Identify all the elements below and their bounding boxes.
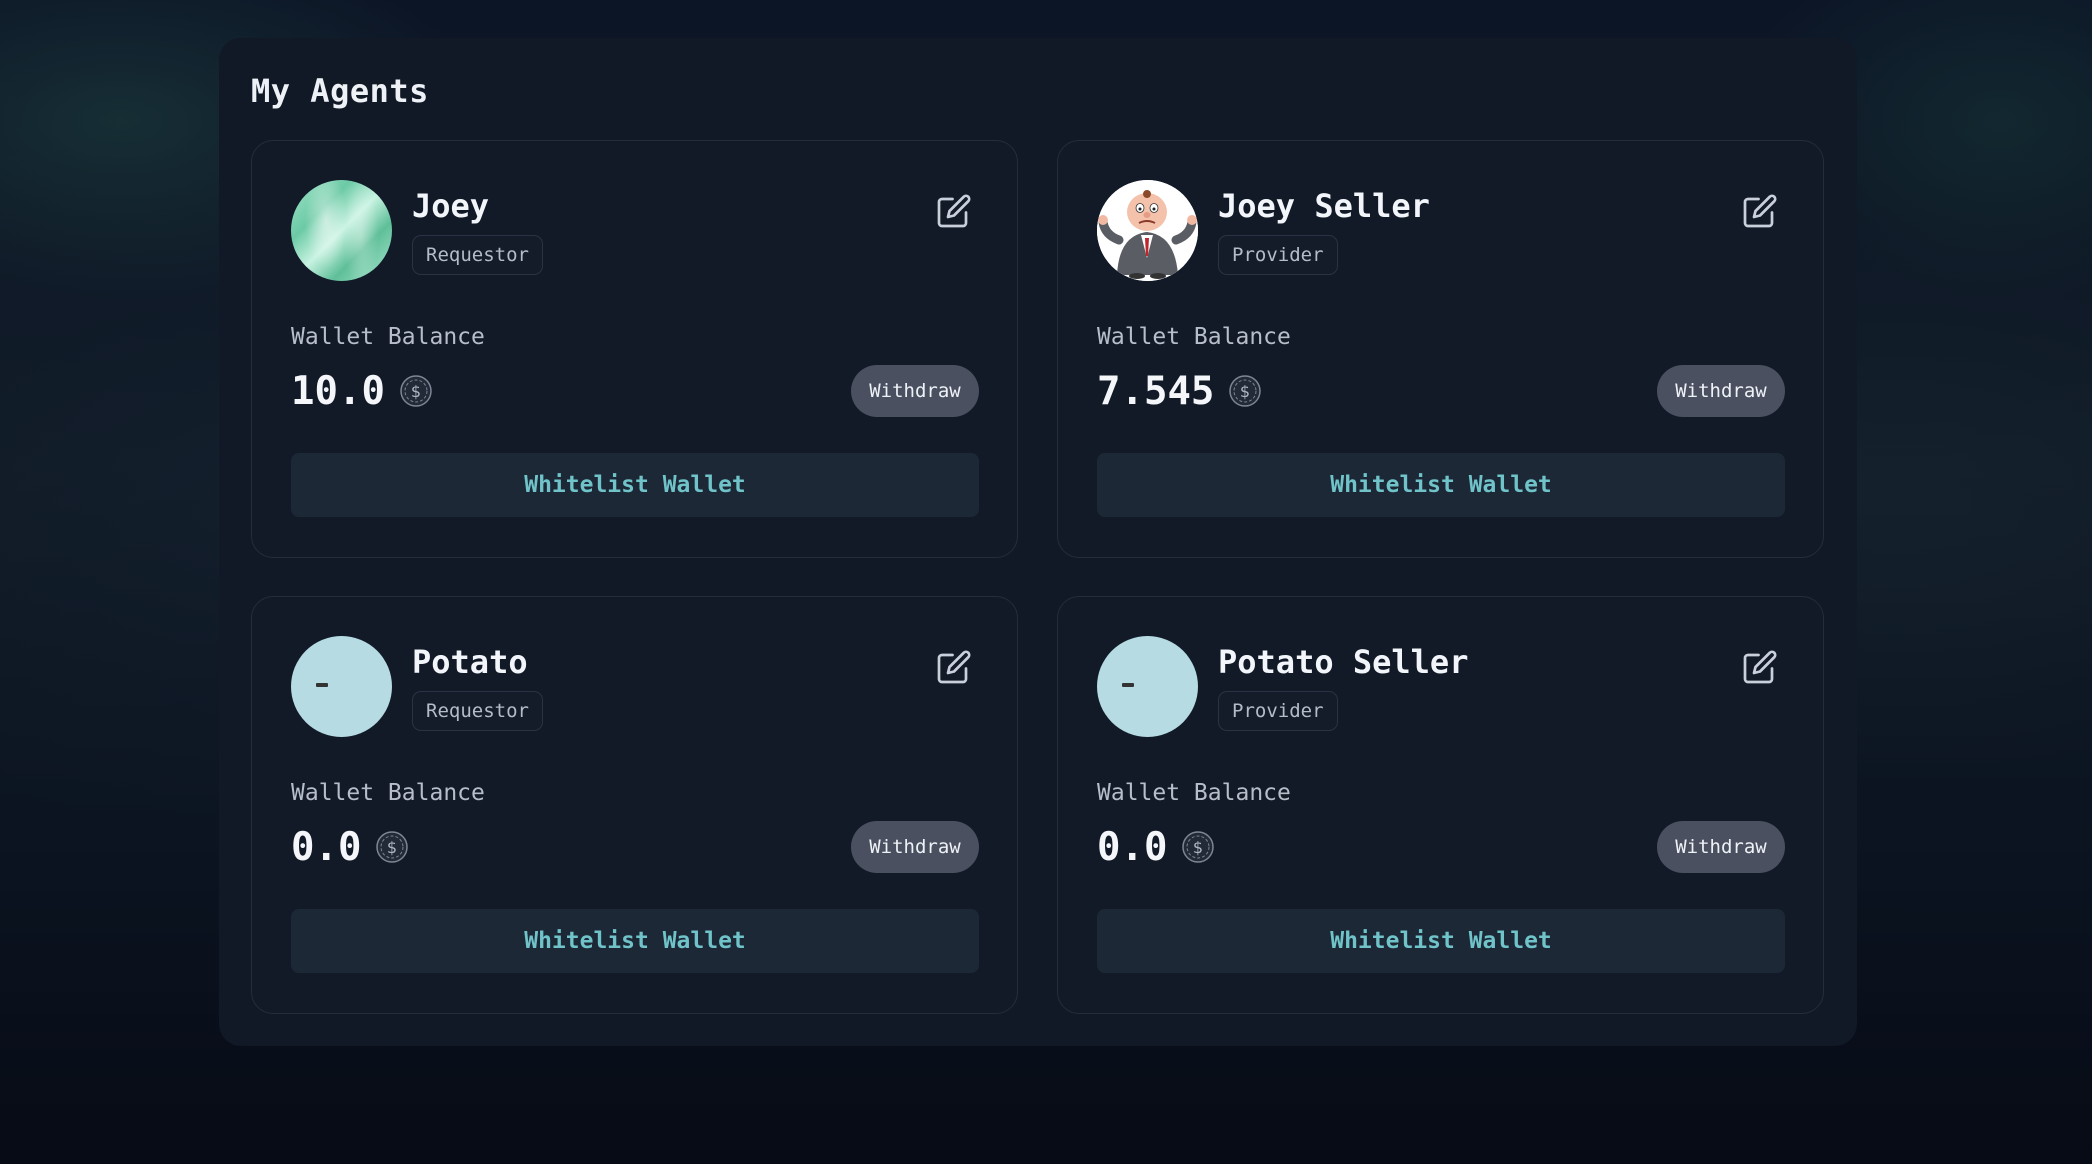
balance-value: 0.0 — [1097, 824, 1168, 870]
agent-avatar — [291, 180, 392, 281]
withdraw-button[interactable]: Withdraw — [1657, 821, 1785, 873]
whitelist-wallet-button[interactable]: Whitelist Wallet — [1097, 453, 1785, 517]
agent-name: Potato — [412, 643, 528, 681]
balance-value: 10.0 — [291, 368, 385, 414]
cartoon-character-image — [1097, 180, 1198, 281]
whitelist-wallet-button[interactable]: Whitelist Wallet — [1097, 909, 1785, 973]
role-badge: Provider — [1218, 691, 1338, 731]
agent-name: Joey — [412, 187, 490, 225]
dollar-coin-icon: $ — [1182, 831, 1215, 863]
edit-icon[interactable] — [1742, 193, 1778, 229]
edit-icon[interactable] — [936, 193, 972, 229]
agent-card: Joey Seller Provider Wallet Balance 7.54… — [1057, 140, 1824, 558]
page-title: My Agents — [251, 72, 429, 110]
wallet-balance-label: Wallet Balance — [1097, 780, 1291, 806]
agent-card: Potato Seller Provider Wallet Balance 0.… — [1057, 596, 1824, 1014]
dollar-coin-icon: $ — [376, 831, 409, 863]
agent-card: Joey Requestor Wallet Balance 10.0 $ Wit… — [251, 140, 1018, 558]
avatar-mark — [316, 683, 328, 687]
role-badge: Requestor — [412, 691, 543, 731]
svg-text:$: $ — [1240, 382, 1250, 401]
whitelist-wallet-button[interactable]: Whitelist Wallet — [291, 909, 979, 973]
wallet-balance-label: Wallet Balance — [291, 780, 485, 806]
svg-text:$: $ — [1193, 838, 1203, 857]
balance-row: 0.0 $ — [291, 822, 409, 872]
role-badge: Requestor — [412, 235, 543, 275]
dollar-coin-icon: $ — [400, 375, 432, 407]
agent-avatar — [1097, 636, 1198, 737]
balance-value: 0.0 — [291, 824, 362, 870]
wallet-balance-label: Wallet Balance — [1097, 324, 1291, 350]
withdraw-button[interactable]: Withdraw — [1657, 365, 1785, 417]
edit-icon[interactable] — [1742, 649, 1778, 685]
agent-avatar — [291, 636, 392, 737]
balance-row: 10.0 $ — [291, 366, 433, 416]
agent-card: Potato Requestor Wallet Balance 0.0 $ Wi… — [251, 596, 1018, 1014]
agent-name: Potato Seller — [1218, 643, 1469, 681]
dollar-coin-icon: $ — [1229, 375, 1262, 407]
avatar-mark — [1122, 683, 1134, 687]
balance-value: 7.545 — [1097, 368, 1215, 414]
role-badge: Provider — [1218, 235, 1338, 275]
withdraw-button[interactable]: Withdraw — [851, 365, 979, 417]
balance-row: 7.545 $ — [1097, 366, 1262, 416]
withdraw-button[interactable]: Withdraw — [851, 821, 979, 873]
my-agents-panel: My Agents Joey Requestor Wallet Balance … — [219, 38, 1857, 1046]
agent-avatar — [1097, 180, 1198, 281]
whitelist-wallet-button[interactable]: Whitelist Wallet — [291, 453, 979, 517]
agent-name: Joey Seller — [1218, 187, 1430, 225]
svg-text:$: $ — [387, 838, 397, 857]
edit-icon[interactable] — [936, 649, 972, 685]
balance-row: 0.0 $ — [1097, 822, 1215, 872]
svg-text:$: $ — [411, 382, 421, 401]
wallet-balance-label: Wallet Balance — [291, 324, 485, 350]
